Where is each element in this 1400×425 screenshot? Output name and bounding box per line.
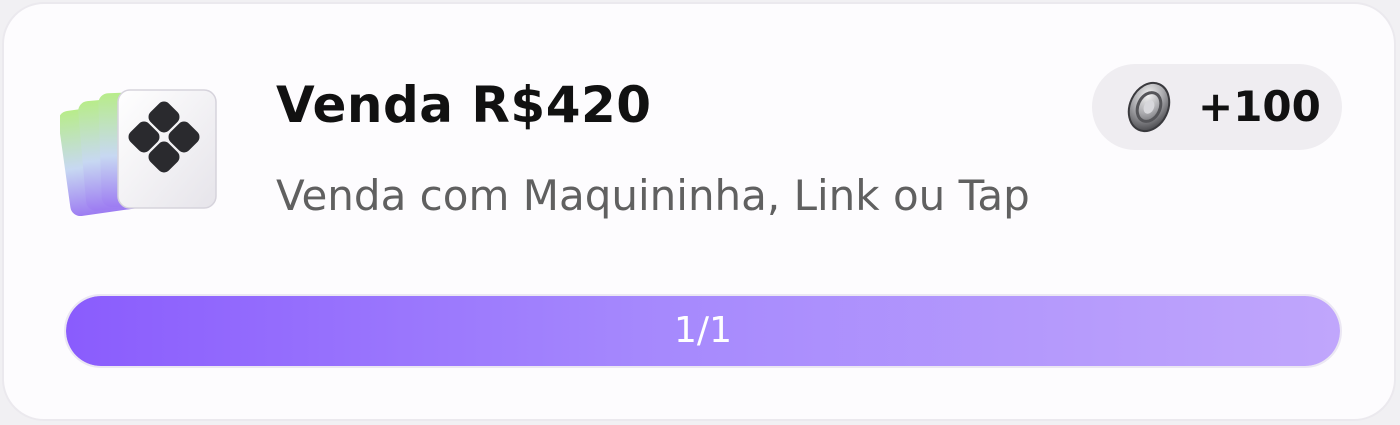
progress-label: 1/1: [674, 310, 732, 351]
reward-badge: +100: [1092, 64, 1342, 150]
reward-points: +100: [1198, 82, 1321, 131]
task-subtitle: Venda com Maquininha, Link ou Tap: [276, 171, 1030, 220]
pix-cards-icon: [60, 89, 217, 217]
coin-icon: [1127, 81, 1171, 133]
progress-bar: 1/1: [64, 294, 1342, 368]
task-title: Venda R$420: [276, 76, 652, 134]
mission-card[interactable]: Venda R$420 Venda com Maquininha, Link o…: [2, 2, 1396, 421]
